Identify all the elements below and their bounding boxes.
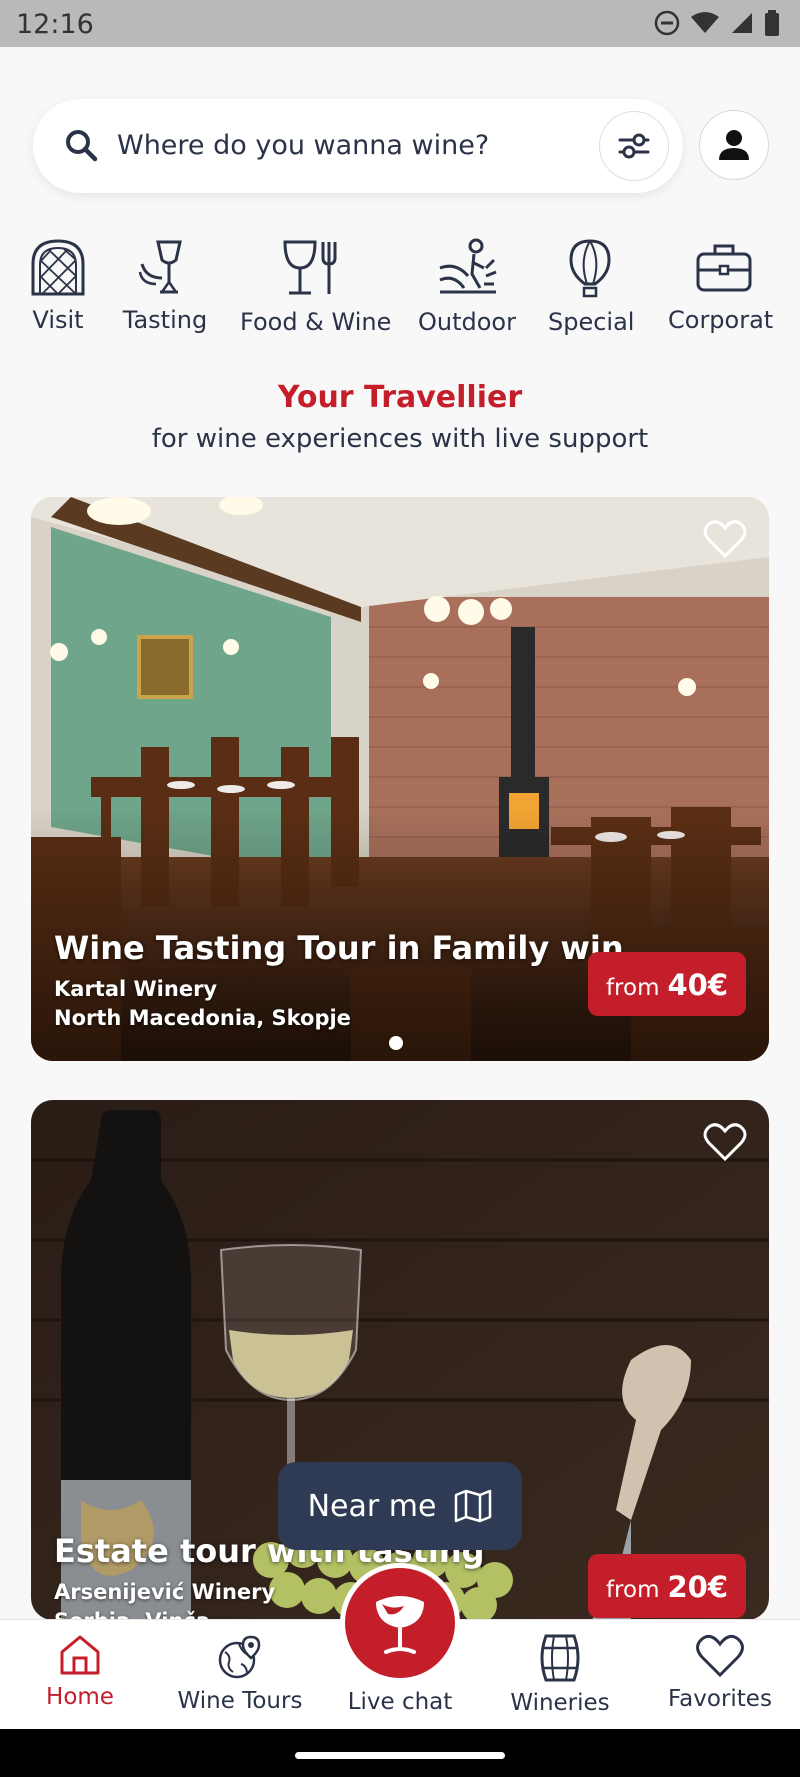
section-title: Your Travellier — [277, 380, 523, 415]
search-bar[interactable] — [33, 99, 683, 193]
card-title: Wine Tasting Tour in Family win... — [54, 929, 661, 967]
price-prefix: from — [605, 1577, 660, 1603]
category-label: Visit — [32, 306, 84, 334]
wine-glass-icon — [376, 1596, 424, 1654]
carousel-dot — [389, 1036, 403, 1050]
heart-icon[interactable] — [703, 1122, 747, 1162]
category-bar: Visit Tasting Food & Wine Outdoor Specia… — [0, 238, 800, 348]
price-amount: 20€ — [667, 1570, 729, 1604]
category-food-wine[interactable]: Food & Wine — [240, 238, 392, 336]
filter-button[interactable] — [599, 111, 669, 181]
status-icons — [654, 10, 780, 36]
card-winery: Kartal Winery — [54, 977, 218, 1001]
nav-label: Home — [46, 1684, 114, 1710]
heart-icon[interactable] — [703, 519, 747, 559]
wine-chair-icon — [138, 240, 182, 294]
card-location: North Macedonia, Skopje — [54, 1006, 351, 1030]
app-screen: 12:16 Visit Tasting Food & Wine — [0, 0, 800, 1777]
search-icon — [66, 130, 98, 162]
nav-label: Favorites — [668, 1686, 772, 1712]
map-icon — [455, 1489, 492, 1523]
category-corporate[interactable]: Corporat — [668, 238, 800, 334]
near-me-label: Near me — [307, 1488, 437, 1524]
nav-label: Wine Tours — [177, 1688, 303, 1714]
glass-fork-icon — [283, 240, 337, 295]
battery-icon — [765, 10, 779, 36]
price-badge: from 40€ — [588, 952, 746, 1016]
card-winery: Arsenijević Winery — [54, 1580, 276, 1604]
category-label: Outdoor — [418, 308, 516, 336]
price-amount: 40€ — [667, 968, 729, 1002]
outdoor-icon — [439, 238, 497, 294]
category-label: Special — [548, 308, 635, 336]
home-icon — [60, 1635, 100, 1675]
category-visit[interactable]: Visit — [22, 238, 94, 334]
status-bar: 12:16 — [0, 0, 800, 47]
barrel-icon — [540, 1634, 580, 1682]
live-chat-circle — [345, 1568, 455, 1678]
price-badge: from 20€ — [588, 1554, 746, 1618]
category-outdoor[interactable]: Outdoor — [418, 238, 516, 336]
search-input[interactable] — [117, 121, 617, 169]
price-prefix: from — [605, 975, 660, 1001]
signal-icon — [732, 13, 752, 33]
balloon-icon — [569, 239, 611, 298]
briefcase-icon — [696, 244, 752, 292]
section-subtitle: for wine experiences with live support — [151, 424, 649, 454]
nav-favorites[interactable]: Favorites — [650, 1634, 790, 1712]
wifi-icon — [691, 12, 719, 33]
category-label: Corporat — [668, 306, 774, 334]
status-time: 12:16 — [16, 9, 94, 40]
near-me-button[interactable]: Near me — [278, 1462, 522, 1550]
category-special[interactable]: Special — [548, 238, 635, 336]
nav-home[interactable]: Home — [10, 1634, 150, 1710]
person-icon — [719, 130, 749, 160]
profile-button[interactable] — [699, 110, 769, 180]
heart-icon — [696, 1634, 744, 1678]
home-indicator[interactable] — [295, 1752, 505, 1759]
nav-wineries[interactable]: Wineries — [490, 1634, 630, 1716]
experience-card[interactable]: Wine Tasting Tour in Family win... Karta… — [31, 497, 769, 1061]
arch-window-icon — [31, 239, 85, 296]
nav-wine-tours[interactable]: Wine Tours — [170, 1634, 310, 1714]
globe-pin-icon — [218, 1635, 261, 1679]
category-label: Tasting — [122, 306, 208, 334]
category-tasting[interactable]: Tasting — [120, 238, 210, 334]
live-chat-button[interactable] — [340, 1563, 460, 1683]
sliders-icon — [618, 133, 650, 159]
category-label: Food & Wine — [240, 308, 392, 336]
do-not-disturb-icon — [654, 10, 680, 36]
nav-label: Wineries — [510, 1690, 610, 1716]
live-chat-label: Live chat — [347, 1689, 453, 1715]
